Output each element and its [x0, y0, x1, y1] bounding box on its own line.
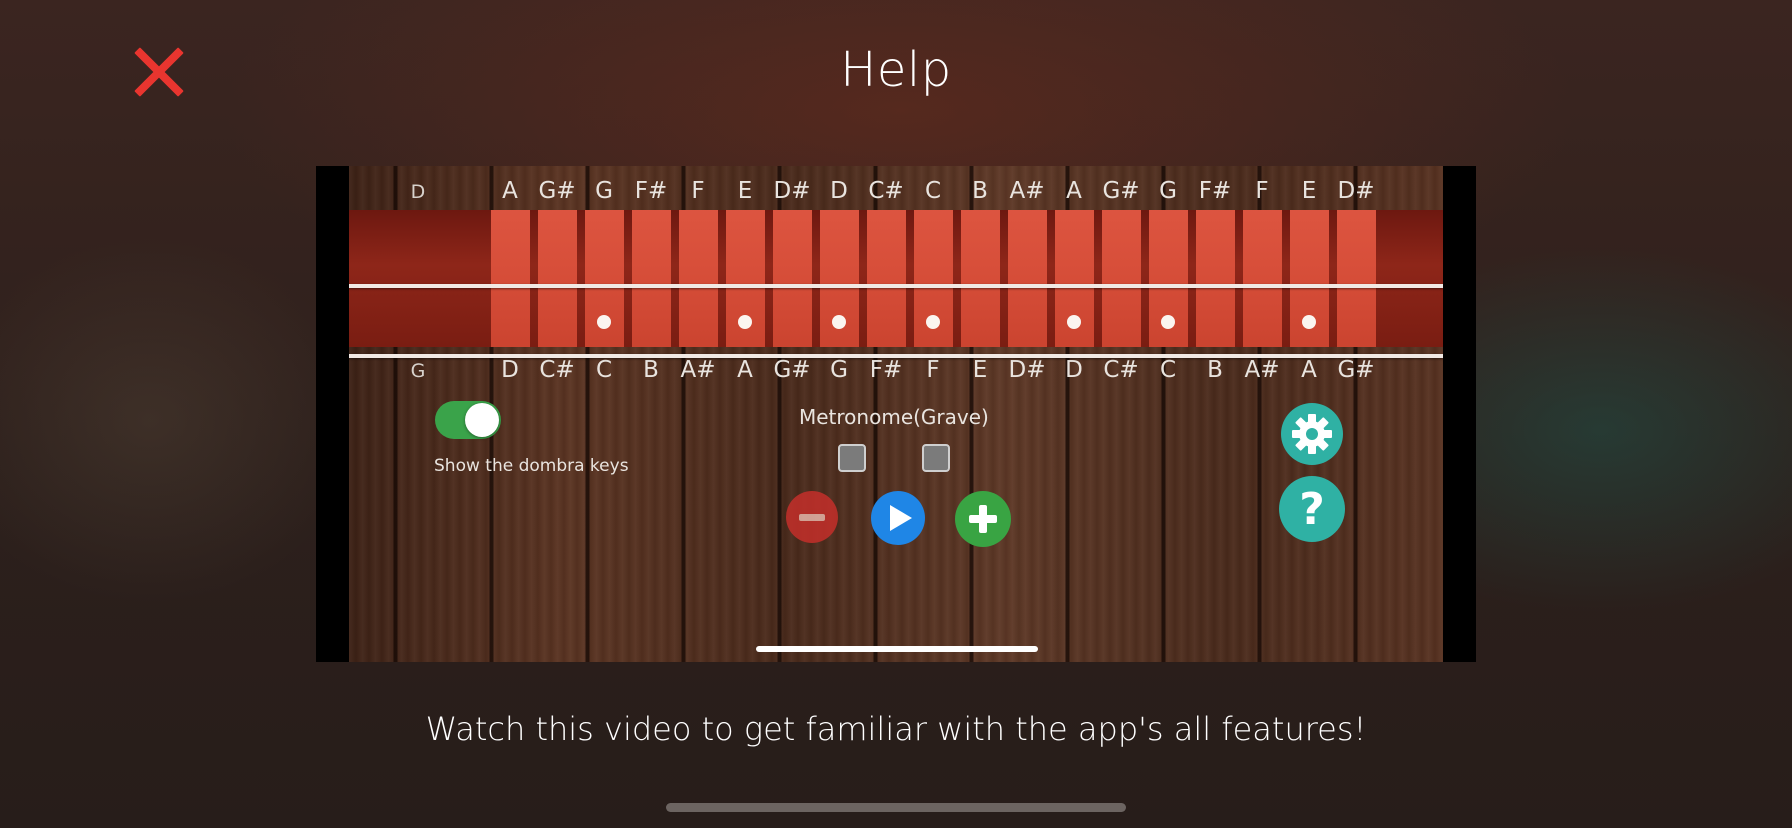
note-label: E	[737, 178, 753, 204]
note-label: A	[1066, 178, 1082, 204]
note-label: C#	[539, 357, 575, 383]
tempo-plus-button[interactable]	[955, 491, 1011, 547]
note-label: D	[410, 181, 426, 203]
question-icon: ?	[1299, 483, 1325, 535]
note-label: E	[1301, 178, 1317, 204]
fret[interactable]	[1196, 210, 1235, 347]
tempo-minus-button[interactable]	[786, 491, 838, 543]
note-label: A	[1301, 357, 1317, 383]
bottom-note-row: G D C# C B A# A G# G F# F E D# D C# C B A# A G#	[316, 357, 1476, 387]
note-label: D#	[1008, 357, 1046, 383]
note-label: C	[595, 357, 613, 383]
note-label: G#	[1102, 178, 1140, 204]
fret[interactable]	[961, 210, 1000, 347]
note-label: D#	[1337, 178, 1375, 204]
note-label: A#	[1244, 357, 1280, 383]
note-label: G	[410, 360, 426, 382]
note-label: D#	[773, 178, 811, 204]
note-label: E	[972, 357, 988, 383]
metronome-play-button[interactable]	[871, 491, 925, 545]
toggle-knob	[465, 403, 499, 437]
plus-icon	[969, 505, 997, 533]
note-label: G#	[773, 357, 811, 383]
string-top	[349, 284, 1443, 288]
fret[interactable]	[1337, 210, 1376, 347]
note-label: D	[1065, 357, 1083, 383]
fret[interactable]	[1243, 210, 1282, 347]
help-button[interactable]: ?	[1279, 476, 1345, 542]
note-label: D	[501, 357, 519, 383]
metronome-label: Metronome(Grave)	[799, 405, 989, 429]
video-caption: Watch this video to get familiar with th…	[425, 710, 1367, 748]
fret[interactable]	[538, 210, 577, 347]
fret-marker-dot	[1302, 315, 1316, 329]
note-label: F#	[869, 357, 903, 383]
note-label: D	[830, 178, 848, 204]
toggle-label: Show the dombra keys	[434, 456, 629, 476]
note-label: F#	[634, 178, 668, 204]
note-label: F	[1255, 178, 1269, 204]
home-indicator[interactable]	[666, 803, 1126, 812]
fret[interactable]	[1008, 210, 1047, 347]
note-label: G	[1159, 178, 1177, 204]
note-label: A#	[680, 357, 716, 383]
beat-indicator	[922, 444, 950, 472]
fret-marker-dot	[1067, 315, 1081, 329]
note-label: F	[691, 178, 705, 204]
fret-marker-dot	[1161, 315, 1175, 329]
fret[interactable]	[1102, 210, 1141, 347]
fret[interactable]	[632, 210, 671, 347]
note-label: B	[643, 357, 659, 383]
note-label: G#	[538, 178, 576, 204]
note-label: A	[737, 357, 753, 383]
fret[interactable]	[491, 210, 530, 347]
note-label: B	[1207, 357, 1223, 383]
top-note-row: D A G# G F# F E D# D C# C B A# A G# G F# F E D#	[316, 178, 1476, 208]
note-label: B	[972, 178, 988, 204]
note-label: G	[830, 357, 848, 383]
dombra-neck	[349, 210, 1443, 358]
note-label: C	[1159, 357, 1177, 383]
note-label: G#	[1337, 357, 1375, 383]
fret-marker-dot	[738, 315, 752, 329]
fret-marker-dot	[597, 315, 611, 329]
page-title: Help	[840, 42, 952, 98]
fret[interactable]	[867, 210, 906, 347]
note-label: G	[595, 178, 613, 204]
note-label: A#	[1009, 178, 1045, 204]
beat-indicator	[838, 444, 866, 472]
note-label: F#	[1198, 178, 1232, 204]
settings-button[interactable]	[1281, 403, 1343, 465]
fret[interactable]	[679, 210, 718, 347]
minus-icon	[799, 513, 825, 521]
string-bottom	[349, 354, 1443, 358]
note-label: A	[502, 178, 518, 204]
fret[interactable]	[773, 210, 812, 347]
gear-icon	[1292, 414, 1332, 454]
play-icon	[890, 505, 912, 531]
note-label: C#	[868, 178, 904, 204]
show-keys-toggle[interactable]	[435, 401, 501, 439]
note-label: C#	[1103, 357, 1139, 383]
video-home-bar	[756, 646, 1038, 652]
note-label: F	[926, 357, 940, 383]
fret-marker-dot	[832, 315, 846, 329]
fret-marker-dot	[926, 315, 940, 329]
help-video[interactable]: D A G# G F# F E D# D C# C B A# A G# G F# F E D# G D C# C B A# A G#…	[316, 166, 1476, 662]
note-label: C	[924, 178, 942, 204]
